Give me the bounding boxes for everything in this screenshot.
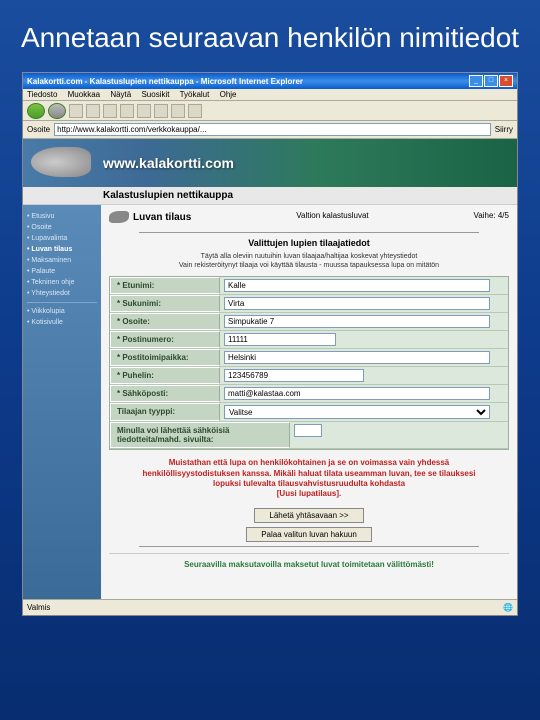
page-title: Luvan tilaus (133, 212, 191, 223)
input-etunimi[interactable] (224, 279, 490, 292)
sidebar-item-palaute[interactable]: Palaute (27, 266, 97, 277)
sidebar-item-kotisivulle[interactable]: Kotisivulle (27, 317, 97, 328)
menu-help[interactable]: Ohje (220, 90, 237, 99)
section-title: Valittujen lupien tilaajatiedot (109, 236, 509, 250)
sidebar-item-osoite[interactable]: Osoite (27, 222, 97, 233)
menubar: Tiedosto Muokkaa Näytä Suosikit Työkalut… (23, 89, 517, 101)
label-sahkoposti: * Sähköposti: (110, 385, 220, 402)
sidebar-item-yhteystiedot[interactable]: Yhteystiedot (27, 288, 97, 299)
checkbox-tiedotteet[interactable] (294, 424, 322, 437)
menu-view[interactable]: Näytä (110, 90, 131, 99)
label-tiedotteet: Minulla voi lähettää sähköisiä tiedottei… (110, 422, 290, 448)
history-icon[interactable] (154, 104, 168, 118)
back-button[interactable] (27, 103, 45, 119)
site-url: www.kalakortti.com (103, 155, 234, 171)
fish-icon (109, 211, 129, 223)
slide-title: Annetaan seuraavan henkilön nimitiedot (0, 0, 540, 72)
address-bar: Osoite Siirry (23, 121, 517, 139)
minimize-button[interactable]: _ (469, 75, 483, 87)
statusbar: Valmis 🌐 (23, 599, 517, 615)
window-title: Kalakortti.com - Kalastuslupien nettikau… (27, 77, 303, 86)
sidebar: Etusivu Osoite Lupavalinta Luvan tilaus … (23, 205, 101, 599)
close-button[interactable]: × (499, 75, 513, 87)
order-form: * Etunimi: * Sukunimi: * Osoite: * Posti… (109, 276, 509, 450)
search-icon[interactable] (120, 104, 134, 118)
site-banner: www.kalakortti.com (23, 139, 517, 187)
page-content: www.kalakortti.com Kalastuslupien nettik… (23, 139, 517, 599)
label-postinumero: * Postinumero: (110, 331, 220, 348)
sidebar-item-viikkolupia[interactable]: Viikkolupia (27, 306, 97, 317)
input-postinumero[interactable] (224, 333, 336, 346)
label-tilaajan-tyyppi: Tilaajan tyyppi: (110, 403, 220, 421)
back-button-form[interactable]: Palaa valitun luvan hakuun (246, 527, 372, 542)
hint-text: Täytä alla oleviin ruutuihin luvan tilaa… (109, 250, 509, 276)
input-postitoimipaikka[interactable] (224, 351, 490, 364)
sidebar-item-ohje[interactable]: Tekninen ohje (27, 277, 97, 288)
crumb-category: Valtion kalastusluvat (296, 211, 368, 223)
page-body: Luvan tilaus Valtion kalastusluvat Vaihe… (101, 205, 517, 599)
breadcrumb: Luvan tilaus Valtion kalastusluvat Vaihe… (109, 209, 509, 229)
label-etunimi: * Etunimi: (110, 277, 220, 294)
maximize-button[interactable]: □ (484, 75, 498, 87)
fish-logo-icon (31, 147, 91, 177)
input-osoite[interactable] (224, 315, 490, 328)
favorites-icon[interactable] (137, 104, 151, 118)
input-puhelin[interactable] (224, 369, 364, 382)
input-sahkoposti[interactable] (224, 387, 490, 400)
sidebar-item-luvan-tilaus[interactable]: Luvan tilaus (27, 244, 97, 255)
stop-icon[interactable] (69, 104, 83, 118)
label-puhelin: * Puhelin: (110, 367, 220, 384)
address-input[interactable] (54, 123, 491, 136)
go-button[interactable]: Siirry (495, 125, 513, 134)
menu-tools[interactable]: Työkalut (180, 90, 210, 99)
label-postitoimipaikka: * Postitoimipaikka: (110, 349, 220, 366)
zone-icon: 🌐 (503, 603, 513, 612)
notice-link[interactable]: [Uusi lupatilaus]. (277, 489, 341, 498)
label-osoite: * Osoite: (110, 313, 220, 330)
address-label: Osoite (27, 125, 50, 134)
browser-window: Kalakortti.com - Kalastuslupien nettikau… (22, 72, 518, 616)
sidebar-item-lupavalinta[interactable]: Lupavalinta (27, 233, 97, 244)
toolbar (23, 101, 517, 121)
menu-edit[interactable]: Muokkaa (68, 90, 100, 99)
crumb-step: Vaihe: 4/5 (474, 211, 509, 223)
refresh-icon[interactable] (86, 104, 100, 118)
forward-button[interactable] (48, 103, 66, 119)
select-tilaajan-tyyppi[interactable]: Valitse (224, 405, 490, 419)
label-sukunimi: * Sukunimi: (110, 295, 220, 312)
sidebar-item-etusivu[interactable]: Etusivu (27, 211, 97, 222)
footer-note: Seuraavilla maksutavoilla maksetut luvat… (109, 553, 509, 575)
menu-file[interactable]: Tiedosto (27, 90, 57, 99)
notice-text: Muistathan että lupa on henkilökohtainen… (109, 450, 509, 504)
print-icon[interactable] (188, 104, 202, 118)
menu-fav[interactable]: Suosikit (141, 90, 169, 99)
sidebar-item-maksaminen[interactable]: Maksaminen (27, 255, 97, 266)
site-subtitle: Kalastuslupien nettikauppa (23, 187, 517, 205)
titlebar: Kalakortti.com - Kalastuslupien nettikau… (23, 73, 517, 89)
status-text: Valmis (27, 603, 50, 612)
mail-icon[interactable] (171, 104, 185, 118)
submit-button[interactable]: Lähetä yhtäsavaan >> (254, 508, 363, 523)
home-icon[interactable] (103, 104, 117, 118)
input-sukunimi[interactable] (224, 297, 490, 310)
